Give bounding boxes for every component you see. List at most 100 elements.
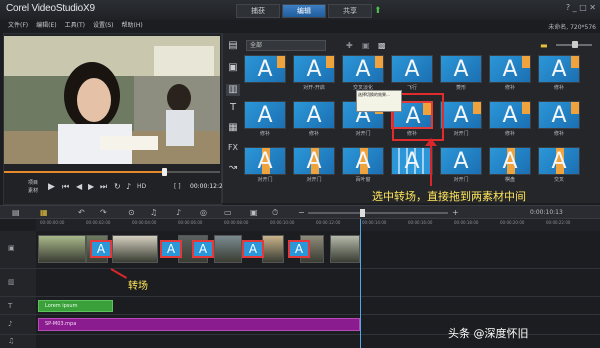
trim-bar[interactable] <box>4 168 220 176</box>
mark-in-out-icon[interactable]: [ ] <box>174 183 181 190</box>
title-icon[interactable]: T <box>226 102 240 114</box>
transition-preview: A <box>391 147 433 175</box>
transition-thumbnail[interactable]: A 修补 <box>489 101 531 137</box>
video-clip[interactable] <box>330 235 360 263</box>
transition-thumbnail[interactable]: A 修补 <box>244 101 286 137</box>
transition-icon[interactable]: ▥ <box>226 84 240 96</box>
transition-thumbnail[interactable]: A 修补 <box>538 101 580 137</box>
transition-thumbnail[interactable]: A 对开门 <box>293 147 335 183</box>
prev-frame-icon[interactable]: ◀ <box>76 182 82 191</box>
play-icon[interactable]: ▶ <box>48 182 55 192</box>
motion-track-icon[interactable]: ◎ <box>200 208 207 217</box>
video-clip[interactable] <box>214 235 242 263</box>
transition-thumbnail[interactable]: A <box>244 55 286 91</box>
add-icon[interactable]: ✚ <box>346 41 353 50</box>
timeline-view-icon[interactable]: ▦ <box>40 208 48 217</box>
playhead[interactable] <box>360 219 361 348</box>
menu-help[interactable]: 帮助(H) <box>121 20 142 32</box>
menu-tools[interactable]: 工具(T) <box>65 20 85 32</box>
media-icon[interactable]: ▤ <box>226 40 240 52</box>
project-mode-label[interactable]: 项目 <box>28 179 38 186</box>
zoom-slider[interactable] <box>308 212 448 214</box>
upload-icon[interactable]: ⬆ <box>374 6 382 16</box>
transition-glyph: A <box>257 103 273 128</box>
clip-mode-label[interactable]: 素材 <box>28 187 38 194</box>
zoom-slider-handle[interactable] <box>360 209 365 217</box>
timeline-toolbar: ▤ ▦ ↶ ↷ ⊙ ♫ ♪ ◎ ▭ ▣ ⏱ − + 0:00:10:13 <box>0 205 600 219</box>
transition-thumbnail[interactable]: A 菱形 <box>440 55 482 91</box>
voice-track-icon[interactable]: ♪ <box>8 320 12 328</box>
transition-preview: A <box>440 101 482 129</box>
transition-thumbnail[interactable]: A <box>391 147 433 183</box>
menu-settings[interactable]: 设置(S) <box>93 20 114 32</box>
transition-thumbnail[interactable]: A 交叉 <box>538 147 580 183</box>
title-track-icon[interactable]: T <box>8 302 12 310</box>
transition-glyph: A <box>453 149 469 174</box>
music-track-icon[interactable]: ♫ <box>8 337 14 345</box>
transition-thumbnail[interactable]: A 修补 <box>489 55 531 91</box>
apply-to-all-icon[interactable]: ▣ <box>362 41 370 50</box>
view-icon[interactable]: ▬ <box>540 41 548 50</box>
auto-music-icon[interactable]: ♪ <box>176 208 181 217</box>
next-frame-icon[interactable]: ▶ <box>88 182 94 191</box>
thumbnail-label: 修补 <box>308 131 319 137</box>
record-icon[interactable]: ⊙ <box>128 208 135 217</box>
transition-clip[interactable]: A <box>288 240 310 258</box>
transition-thumbnail[interactable]: A 对开-开启 <box>293 55 335 91</box>
graphic-icon[interactable]: ▦ <box>226 122 240 134</box>
tab-share[interactable]: 共享 <box>328 4 372 18</box>
overlay-track-icon[interactable]: ▥ <box>8 278 15 286</box>
multi-camera-icon[interactable]: ▣ <box>250 208 258 217</box>
transition-thumbnail[interactable]: A 对开门 <box>440 101 482 137</box>
zoom-out-icon[interactable]: − <box>298 208 305 217</box>
timeline-ruler[interactable]: 00:00:00:00 00:00:02:00 00:00:04:00 00:00:0… <box>36 219 600 231</box>
slider-handle[interactable] <box>572 41 578 48</box>
time-remap-icon[interactable]: ⏱ <box>272 208 278 218</box>
music-clip[interactable]: SP-M03.mpa <box>38 318 360 331</box>
random-transition-icon[interactable]: ▩ <box>378 41 386 50</box>
transition-thumbnail[interactable]: A 对开门 <box>440 147 482 183</box>
transition-thumbnail[interactable]: A 对开门 <box>244 147 286 183</box>
transition-clip[interactable]: A <box>242 240 264 258</box>
end-icon[interactable]: ⏭ <box>100 182 107 192</box>
transition-thumbnail[interactable]: A 修补 <box>293 101 335 137</box>
video-clip[interactable] <box>262 235 284 263</box>
instant-project-icon[interactable]: ▣ <box>226 62 240 74</box>
library-filter-dropdown[interactable]: 全部 <box>246 40 326 51</box>
transition-thumbnail[interactable]: A 飞行 <box>391 55 433 91</box>
timeline-timecode[interactable]: 0:00:10:13 <box>530 209 563 216</box>
transition-clip[interactable]: A <box>192 240 214 258</box>
menu-edit[interactable]: 编辑(E) <box>36 20 56 32</box>
zoom-in-icon[interactable]: + <box>452 208 459 217</box>
transition-thumbnail[interactable]: A 棋盘 <box>489 147 531 183</box>
subtitle-icon[interactable]: ▭ <box>224 208 232 217</box>
audio-mixer-icon[interactable]: ♫ <box>150 208 157 217</box>
transition-clip[interactable]: A <box>160 240 182 258</box>
transition-clip[interactable]: A <box>90 240 112 258</box>
video-clip[interactable] <box>38 235 86 263</box>
storyboard-view-icon[interactable]: ▤ <box>12 208 20 217</box>
hd-toggle[interactable]: HD <box>137 183 146 190</box>
video-track-icon[interactable]: ▣ <box>8 244 15 252</box>
transition-glyph: A <box>502 149 518 174</box>
thumbnail-label: 对开门 <box>257 177 273 183</box>
transition-thumbnail[interactable]: A 交叉淡化 <box>342 55 384 91</box>
thumbnail-label: 对开门 <box>453 131 469 137</box>
tab-capture[interactable]: 捕获 <box>236 4 280 18</box>
transition-thumbnail[interactable]: A 百叶窗 <box>342 147 384 183</box>
volume-icon[interactable]: ♪ <box>126 182 131 191</box>
window-controls[interactable]: ? _ □ ✕ <box>566 3 596 12</box>
motion-icon[interactable]: ↝ <box>226 162 240 174</box>
repeat-icon[interactable]: ↻ <box>114 182 121 191</box>
undo-icon[interactable]: ↶ <box>78 208 85 217</box>
thumbnail-label: 棋盘 <box>504 177 515 183</box>
video-clip[interactable] <box>112 235 158 263</box>
redo-icon[interactable]: ↷ <box>100 208 107 217</box>
home-icon[interactable]: ⏮ <box>62 182 69 192</box>
title-clip[interactable]: Lorem ipsum <box>38 300 113 312</box>
filter-icon[interactable]: FX <box>226 142 240 154</box>
menu-file[interactable]: 文件(F) <box>8 20 28 32</box>
transition-thumbnail[interactable]: A 修补 <box>538 55 580 91</box>
tab-edit[interactable]: 编辑 <box>282 4 326 18</box>
transition-preview: A <box>489 101 531 129</box>
